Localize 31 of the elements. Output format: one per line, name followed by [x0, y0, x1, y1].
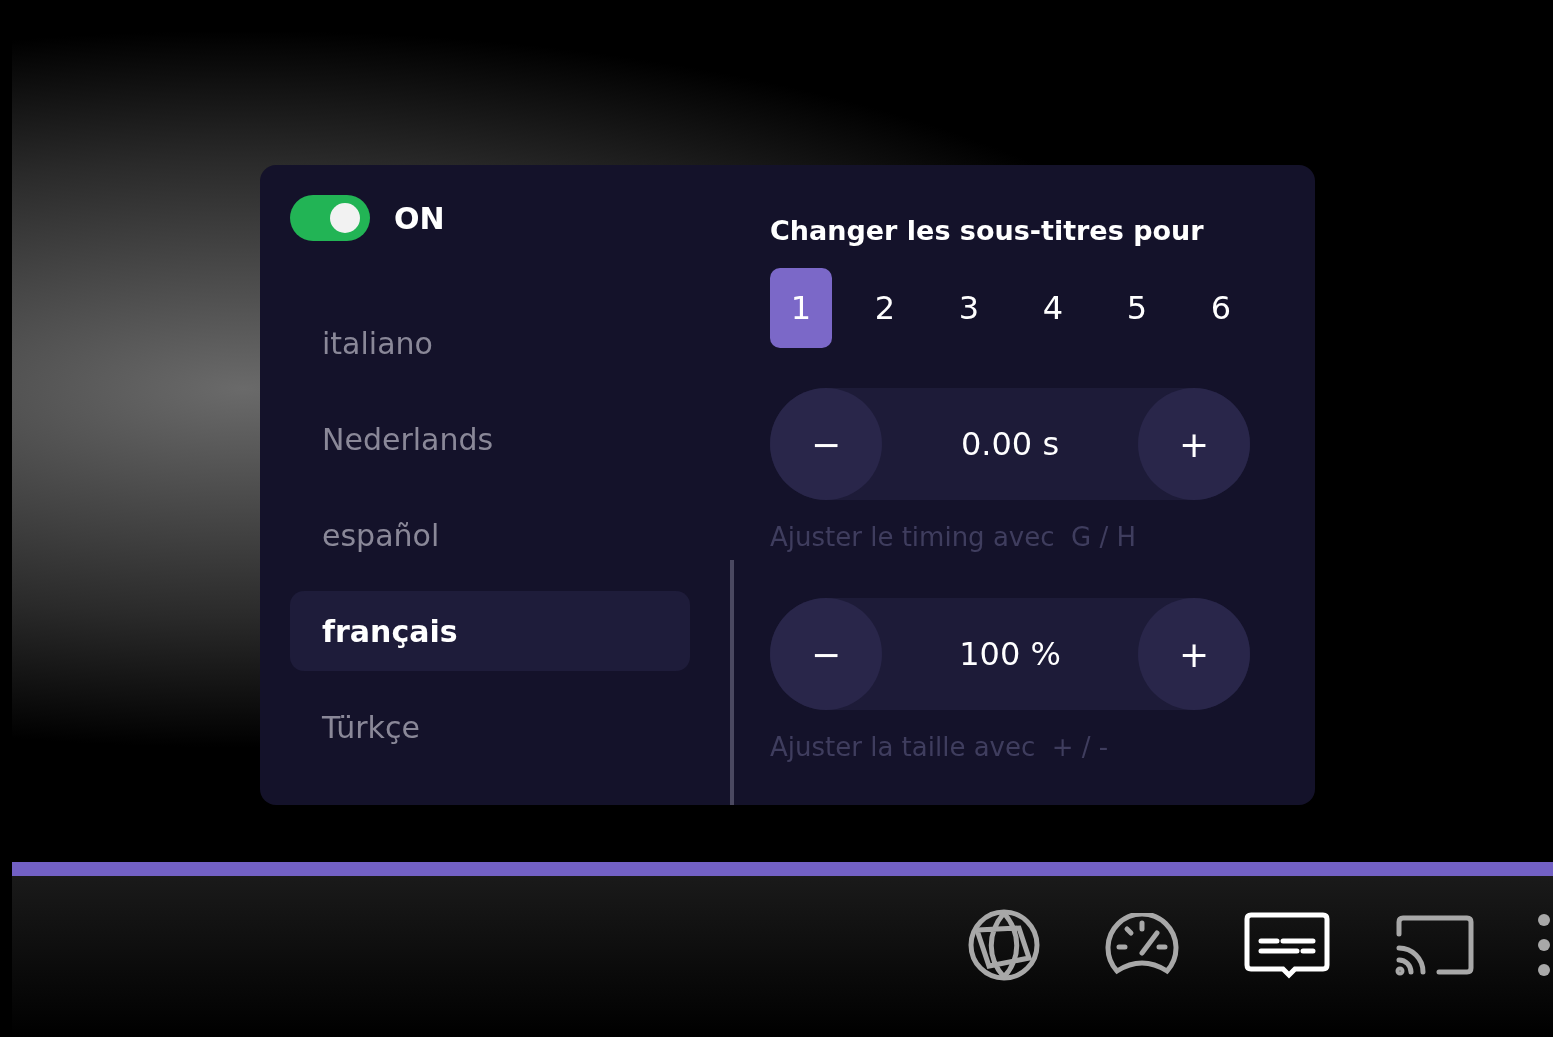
speed-button[interactable]	[1103, 912, 1181, 977]
panel-title: Changer les sous-titres pour	[770, 215, 1205, 246]
globe-button[interactable]	[967, 907, 1041, 982]
track-tab[interactable]: 4	[1022, 268, 1084, 348]
toggle-switch[interactable]	[290, 195, 370, 241]
subtitles-button[interactable]	[1243, 910, 1331, 979]
language-item[interactable]: Nederlands	[290, 399, 690, 479]
stepper-value: 0.00 s	[960, 425, 1060, 463]
globe-icon	[967, 907, 1041, 982]
plus-button[interactable]: +	[1138, 598, 1250, 710]
cast-icon	[1393, 913, 1475, 976]
track-tab[interactable]: 6	[1190, 268, 1252, 348]
speedometer-icon	[1103, 912, 1181, 977]
subtitles-icon	[1243, 910, 1331, 979]
toggle-label: ON	[394, 200, 445, 236]
minus-button[interactable]: −	[770, 598, 882, 710]
track-tab[interactable]: 2	[854, 268, 916, 348]
stepper-value: 100 %	[959, 635, 1061, 673]
scrollbar[interactable]	[730, 560, 734, 805]
more-button[interactable]	[1537, 912, 1551, 977]
language-item[interactable]: Türkçe	[290, 687, 690, 767]
track-tab[interactable]: 3	[938, 268, 1000, 348]
cast-button[interactable]	[1393, 913, 1475, 976]
track-tab[interactable]: 5	[1106, 268, 1168, 348]
language-item[interactable]: italiano	[290, 303, 690, 383]
minus-button[interactable]: −	[770, 388, 882, 500]
track-tab[interactable]: 1	[770, 268, 832, 348]
language-item[interactable]: español	[290, 495, 690, 575]
language-item[interactable]: français	[290, 591, 690, 671]
more-icon	[1537, 912, 1551, 977]
plus-button[interactable]: +	[1138, 388, 1250, 500]
